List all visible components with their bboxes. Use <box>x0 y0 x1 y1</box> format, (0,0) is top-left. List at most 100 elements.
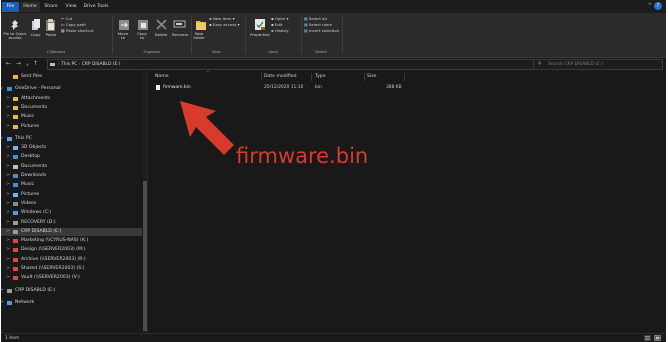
breadcrumb-drive[interactable]: CRP DISABLD (E:) <box>82 62 121 67</box>
file-row[interactable]: firmware.bin 25/12/2020 11:10 bin 388 KB <box>150 84 402 92</box>
nav-item[interactable]: >3D Objects <box>1 144 142 152</box>
select-none-label: Select none <box>308 22 332 27</box>
chevron-right-icon[interactable]: > <box>6 200 10 208</box>
tab-share[interactable]: Share <box>41 2 61 12</box>
chevron-right-icon[interactable]: > <box>6 246 10 254</box>
chevron-right-icon[interactable]: > <box>6 256 10 264</box>
open-button[interactable]: ▪ Open ▾ <box>271 16 288 21</box>
open-group-label: Open <box>267 49 279 54</box>
column-header-date[interactable]: Date modified <box>264 74 297 79</box>
nav-item[interactable]: > Documents <box>1 163 142 171</box>
chevron-right-icon[interactable]: > <box>6 95 10 103</box>
chevron-right-icon[interactable]: > <box>6 191 10 199</box>
chevron-down-icon[interactable]: v <box>1 85 3 93</box>
tab-home[interactable]: Home <box>20 2 40 12</box>
chevron-right-icon[interactable]: > <box>6 113 10 121</box>
nav-item[interactable]: v OneDrive - Personal <box>1 85 142 93</box>
recent-locations-chevron-icon[interactable]: ∨ <box>26 62 29 67</box>
nav-item-icon <box>13 201 18 206</box>
nav-item[interactable]: Sent files <box>1 73 142 81</box>
chevron-right-icon[interactable]: > <box>6 144 10 152</box>
chevron-right-icon[interactable]: > <box>6 237 10 245</box>
nav-item[interactable]: > Videos <box>1 200 142 208</box>
nav-item[interactable]: > CRP DISABLD (E:) <box>1 227 142 236</box>
nav-item[interactable]: > Shared (\\SERVER2003) (S:) <box>1 265 142 273</box>
breadcrumb-this-pc[interactable]: This PC <box>61 62 77 67</box>
chevron-right-icon[interactable]: > <box>6 274 10 282</box>
nav-item[interactable]: > Music <box>1 181 142 189</box>
chevron-right-icon[interactable]: > <box>6 209 10 217</box>
nav-item[interactable]: > Music <box>1 113 142 121</box>
nav-item[interactable]: > Marketing (\\CYRUS-NAS) (K:) <box>1 237 142 245</box>
nav-item[interactable]: > Pictures <box>1 191 142 199</box>
properties-button[interactable]: Properties <box>245 32 275 37</box>
nav-item[interactable]: > Downloads <box>1 172 142 180</box>
nav-item[interactable]: > CRP DISABLD (E:) <box>1 287 142 295</box>
history-button[interactable]: ▪ History <box>271 28 289 33</box>
details-view-icon[interactable] <box>644 335 651 341</box>
chevron-down-icon[interactable]: v <box>1 135 3 143</box>
nav-item[interactable]: > Windows (C:) <box>1 209 142 217</box>
column-header-name[interactable]: Name <box>155 74 169 79</box>
nav-item[interactable]: > Archive (\\SERVER2003) (R:) <box>1 256 142 264</box>
nav-item[interactable]: > Design (\\SERVER2003) (M:) <box>1 246 142 254</box>
copy-to-button[interactable]: Copy to <box>132 31 152 41</box>
forward-arrow-icon[interactable]: → <box>16 60 21 67</box>
up-arrow-icon[interactable]: ↑ <box>33 60 38 67</box>
help-icon[interactable]: ? <box>654 2 662 10</box>
large-icons-view-icon[interactable] <box>654 335 661 341</box>
back-arrow-icon[interactable]: ← <box>6 60 11 67</box>
chevron-right-icon[interactable]: > <box>6 265 10 273</box>
nav-item[interactable]: v This PC <box>1 135 142 143</box>
chevron-right-icon[interactable]: > <box>6 163 10 171</box>
chevron-right-icon[interactable]: > <box>1 299 4 307</box>
copy-path-button[interactable]: ▭ Copy path <box>61 22 86 27</box>
nav-item-label: Music <box>21 182 35 188</box>
chevron-right-icon[interactable]: > <box>6 123 10 131</box>
nav-item-icon <box>13 257 18 262</box>
select-all-button[interactable]: ▦ Select all <box>304 16 327 21</box>
edit-button[interactable]: ▪ Edit <box>271 22 282 27</box>
column-divider <box>364 73 365 81</box>
chevron-right-icon[interactable]: > <box>6 172 10 180</box>
select-none-button[interactable]: ▦ Select none <box>304 22 332 27</box>
nav-item[interactable]: > Vault (\\SERVER2003) (V:) <box>1 274 142 282</box>
nav-item-label: Desktop <box>21 154 40 160</box>
chevron-right-icon[interactable]: > <box>1 287 4 295</box>
rename-button[interactable]: Rename <box>169 32 191 37</box>
chevron-right-icon[interactable]: > <box>6 219 10 227</box>
column-header-type[interactable]: Type <box>315 74 326 79</box>
nav-item[interactable]: > Desktop <box>1 153 142 161</box>
easy-access-button[interactable]: ▪ Easy access ▾ <box>209 22 240 27</box>
column-divider <box>261 73 262 81</box>
search-placeholder: Search CRP DISABLD (E:) <box>548 62 604 67</box>
chevron-right-icon[interactable]: > <box>6 228 10 236</box>
move-to-button[interactable]: Move to <box>113 31 133 41</box>
chevron-right-icon[interactable]: > <box>6 181 10 189</box>
nav-item[interactable]: > Attachments <box>1 95 142 103</box>
tab-drive-tools[interactable]: Drive Tools <box>81 2 111 12</box>
paste-shortcut-button[interactable]: ▦ Paste shortcut <box>61 28 94 33</box>
pin-quick-access-button[interactable]: Pin to Quick access <box>1 31 29 41</box>
invert-selection-button[interactable]: ▦ Invert selection <box>304 28 339 33</box>
column-divider <box>311 73 312 81</box>
chevron-right-icon[interactable]: > <box>6 104 10 112</box>
paste-button[interactable]: Paste <box>42 32 60 37</box>
search-box[interactable]: ⚲ Search CRP DISABLD (E:) <box>533 59 663 70</box>
tab-file[interactable]: File <box>2 2 19 12</box>
nav-item[interactable]: > Network <box>1 299 142 307</box>
tab-view[interactable]: View <box>62 2 80 12</box>
new-folder-button[interactable]: New folder <box>189 31 209 41</box>
nav-item-icon <box>13 276 18 281</box>
column-header-size[interactable]: Size <box>367 74 376 79</box>
annotation-arrow <box>180 101 234 155</box>
address-bar[interactable]: › This PC › CRP DISABLD (E:) ∨ ↻ <box>47 59 551 70</box>
nav-item[interactable]: > Documents <box>1 104 142 112</box>
ribbon-collapse-icon[interactable]: ^ <box>648 3 652 9</box>
nav-item[interactable]: > RECOVERY (D:) <box>1 219 142 227</box>
cut-button[interactable]: ✂ Cut <box>61 16 72 21</box>
chevron-right-icon[interactable]: > <box>6 153 10 161</box>
nav-item[interactable]: > Pictures <box>1 123 142 131</box>
delete-button[interactable]: Delete <box>151 32 171 37</box>
new-item-button[interactable]: ▪ New item ▾ <box>209 16 235 21</box>
